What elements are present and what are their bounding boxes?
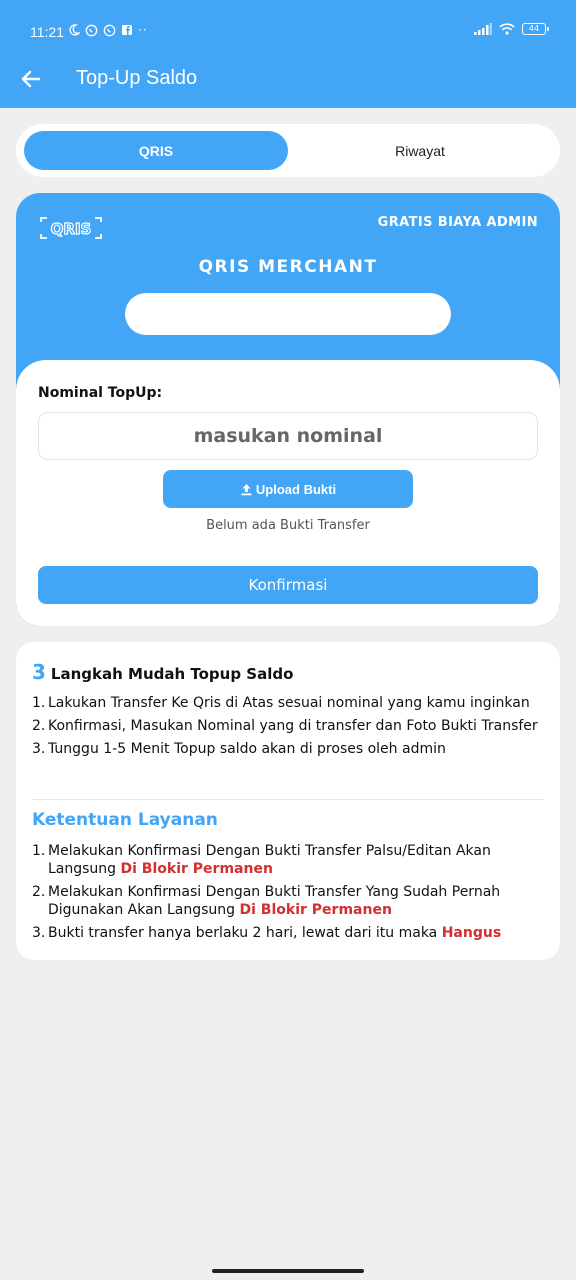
list-item: 3. Tunggu 1-5 Menit Topup saldo akan di … [32, 741, 446, 757]
back-arrow-icon[interactable] [18, 66, 44, 92]
topup-form: Nominal TopUp: Upload Bukti Belum ada Bu… [16, 360, 560, 626]
warning-text: Di Blokir Permanen [239, 902, 392, 918]
merchant-label: QRIS MERCHANT [198, 257, 378, 277]
page-title: Top-Up Saldo [76, 67, 198, 89]
upload-icon [241, 483, 252, 495]
nominal-input[interactable] [38, 412, 538, 460]
nominal-label: Nominal TopUp: [38, 385, 163, 401]
warning-text: Di Blokir Permanen [120, 861, 273, 877]
status-time: 11:21 [30, 24, 64, 40]
signal-icon [474, 23, 492, 35]
info-card: 3 Langkah Mudah Topup Saldo 1. Lakukan T… [16, 642, 560, 960]
tab-bar: QRIS Riwayat [16, 124, 560, 177]
status-bar: 11:21 ·· 44 [0, 0, 576, 60]
terms-title: Ketentuan Layanan [32, 810, 218, 830]
divider [32, 799, 544, 800]
list-item: 1. Lakukan Transfer Ke Qris di Atas sesu… [32, 695, 530, 711]
more-notifications-icon: ·· [138, 23, 148, 37]
upload-proof-button[interactable]: Upload Bukti [163, 470, 413, 508]
header: 11:21 ·· 44 Top-Up Saldo [0, 0, 576, 108]
steps-heading: 3 Langkah Mudah Topup Saldo [32, 660, 293, 684]
facebook-icon [122, 25, 132, 35]
list-item: 2. Melakukan Konfirmasi Dengan Bukti Tra… [32, 884, 501, 918]
qris-card: QRIS GRATIS BIAYA ADMIN QRIS MERCHANT No… [16, 193, 560, 626]
confirm-button[interactable]: Konfirmasi [38, 566, 538, 604]
steps-list: 1. Lakukan Transfer Ke Qris di Atas sesu… [32, 694, 548, 763]
steps-title: Langkah Mudah Topup Saldo [50, 665, 294, 683]
upload-status: Belum ada Bukti Transfer [206, 518, 370, 533]
list-item: 3. Bukti transfer hanya berlaku 2 hari, … [32, 925, 502, 941]
warning-text: Hangus [441, 925, 502, 941]
upload-proof-label: Upload Bukti [255, 481, 337, 497]
battery-icon: 44 [522, 23, 549, 35]
steps-count: 3 [32, 660, 46, 684]
tab-riwayat[interactable]: Riwayat [288, 131, 552, 170]
moon-icon [69, 24, 80, 36]
terms-list: 1. Melakukan Konfirmasi Dengan Bukti Tra… [32, 842, 548, 947]
whatsapp-icon [103, 24, 116, 36]
list-item: 2. Konfirmasi, Masukan Nominal yang di t… [32, 718, 538, 734]
tab-qris[interactable]: QRIS [24, 131, 288, 170]
free-admin-badge: GRATIS BIAYA ADMIN [377, 215, 538, 230]
qris-logo: QRIS [40, 217, 102, 239]
merchant-name-field [125, 293, 451, 335]
whatsapp-icon [85, 24, 98, 36]
wifi-icon [499, 23, 515, 35]
system-icons: 44 [474, 23, 549, 35]
list-item: 1. Melakukan Konfirmasi Dengan Bukti Tra… [32, 843, 491, 877]
qris-logo-text: QRIS [51, 220, 92, 238]
notification-icons: ·· [68, 23, 148, 37]
home-indicator[interactable] [212, 1269, 364, 1273]
